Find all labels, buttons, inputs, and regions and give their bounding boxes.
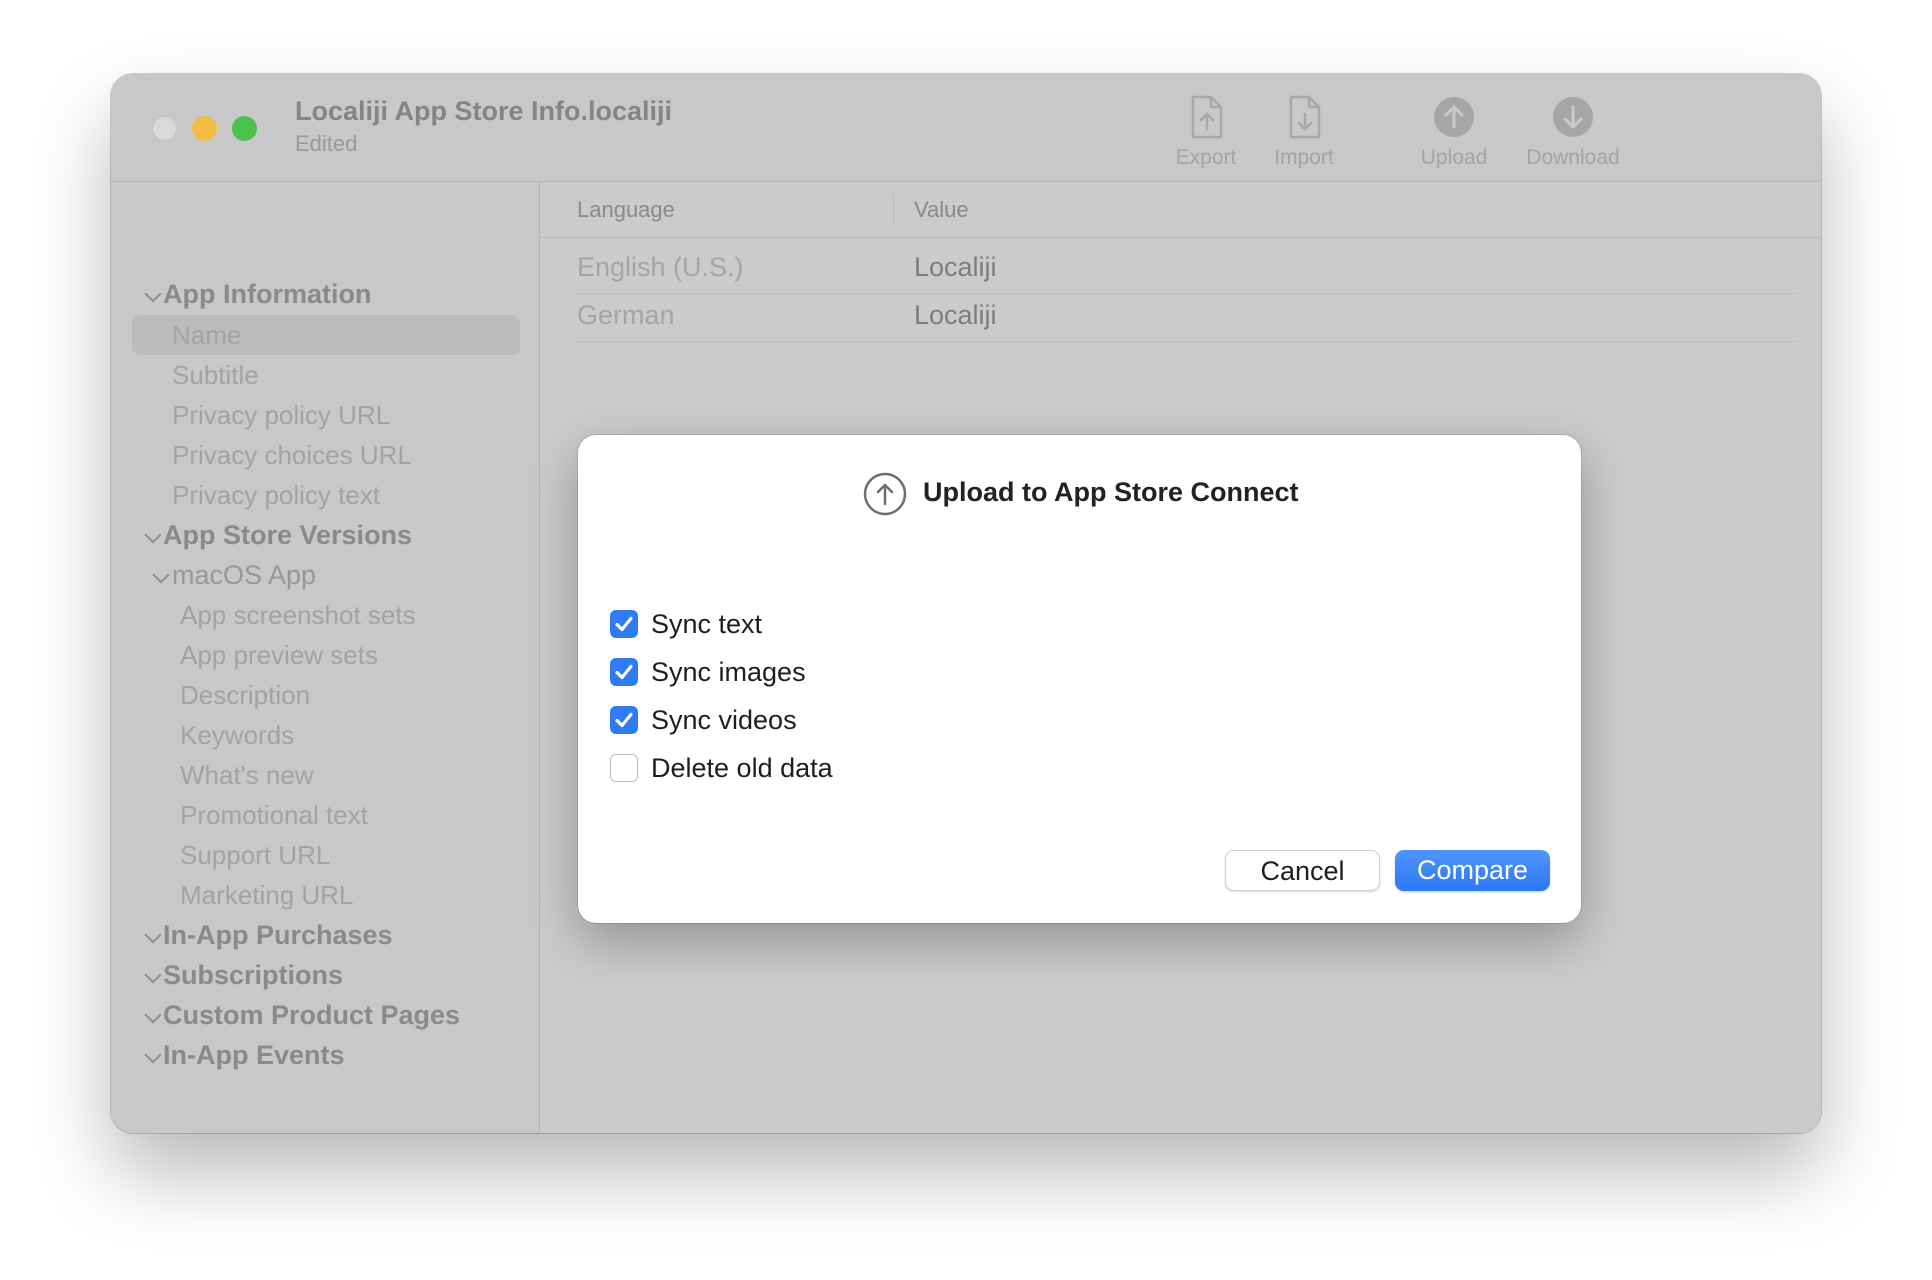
sidebar-item-promotional-text[interactable]: Promotional text <box>180 796 510 834</box>
export-button[interactable]: Export <box>1151 94 1261 174</box>
circle-arrow-down-icon <box>1518 94 1628 140</box>
sidebar-group-label: App Store Versions <box>163 520 413 550</box>
chevron-down-icon <box>144 926 162 944</box>
column-header-language[interactable]: Language <box>577 192 675 228</box>
chevron-down-icon <box>152 566 170 584</box>
column-divider[interactable] <box>893 194 894 226</box>
sidebar-item-privacy-policy-url[interactable]: Privacy policy URL <box>172 396 512 434</box>
sidebar-item-description[interactable]: Description <box>180 676 510 714</box>
import-label: Import <box>1274 146 1334 169</box>
download-button[interactable]: Download <box>1518 94 1628 174</box>
sync-text-label[interactable]: Sync text <box>651 607 762 641</box>
chevron-down-icon <box>144 285 162 303</box>
dialog-title: Upload to App Store Connect <box>923 477 1299 507</box>
column-header-value[interactable]: Value <box>914 192 969 228</box>
row-divider <box>577 293 1797 294</box>
row-2-language[interactable]: German <box>577 295 675 335</box>
sync-text-checkbox[interactable] <box>610 610 638 638</box>
sidebar-group-app-store-versions[interactable]: App Store Versions <box>140 516 520 554</box>
upload-label: Upload <box>1420 146 1488 169</box>
chevron-down-icon <box>144 526 162 544</box>
sidebar-group-in-app-purchases[interactable]: In-App Purchases <box>140 916 520 954</box>
window-title: Localiji App Store Info.localiji <box>295 96 673 126</box>
screen: Localiji App Store Info.localiji Edited … <box>0 0 1932 1280</box>
sidebar-group-custom-product-pages[interactable]: Custom Product Pages <box>140 996 520 1034</box>
document-arrow-up-icon <box>1151 94 1261 140</box>
checkmark-icon <box>615 616 633 632</box>
document-arrow-down-icon <box>1249 94 1359 140</box>
circle-arrow-up-icon <box>862 471 908 522</box>
sidebar-item-marketing-url[interactable]: Marketing URL <box>180 876 510 914</box>
sidebar-subgroup-label: macOS App <box>172 560 317 590</box>
sidebar-item-privacy-choices-url[interactable]: Privacy choices URL <box>172 436 512 474</box>
upload-button[interactable]: Upload <box>1399 94 1509 174</box>
sidebar-item-support-url[interactable]: Support URL <box>180 836 510 874</box>
close-window-button[interactable] <box>152 116 177 141</box>
sync-videos-checkbox[interactable] <box>610 706 638 734</box>
app-window: Localiji App Store Info.localiji Edited … <box>111 74 1821 1133</box>
sync-images-label[interactable]: Sync images <box>651 655 806 689</box>
delete-old-data-checkbox[interactable] <box>610 754 638 782</box>
sidebar-subgroup-macos-app[interactable]: macOS App <box>148 556 518 594</box>
header-divider <box>540 237 1821 238</box>
delete-old-data-label[interactable]: Delete old data <box>651 751 833 785</box>
row-1-value[interactable]: Localiji <box>914 247 997 287</box>
row-1-language[interactable]: English (U.S.) <box>577 247 744 287</box>
sidebar-item-app-screenshot-sets[interactable]: App screenshot sets <box>180 596 510 634</box>
import-button[interactable]: Import <box>1249 94 1359 174</box>
sync-videos-label[interactable]: Sync videos <box>651 703 797 737</box>
export-label: Export <box>1175 146 1237 169</box>
row-divider <box>577 341 1797 342</box>
chevron-down-icon <box>144 1046 162 1064</box>
checkmark-icon <box>615 664 633 680</box>
circle-arrow-up-icon <box>1399 94 1509 140</box>
zoom-window-button[interactable] <box>232 116 257 141</box>
title-bar: Localiji App Store Info.localiji Edited … <box>111 74 1821 182</box>
upload-dialog: Upload to App Store Connect Sync text Sy… <box>578 435 1581 923</box>
minimize-window-button[interactable] <box>192 116 217 141</box>
sidebar-group-label: In-App Purchases <box>163 920 393 950</box>
sidebar-group-label: Custom Product Pages <box>163 1000 461 1030</box>
checkmark-icon <box>615 712 633 728</box>
sidebar: App Information Name Subtitle Privacy po… <box>111 182 540 1133</box>
sync-images-checkbox[interactable] <box>610 658 638 686</box>
sidebar-item-keywords[interactable]: Keywords <box>180 716 510 754</box>
sidebar-item-name[interactable]: Name <box>172 316 512 354</box>
sidebar-group-in-app-events[interactable]: In-App Events <box>140 1036 520 1074</box>
sidebar-group-subscriptions[interactable]: Subscriptions <box>140 956 520 994</box>
sidebar-group-label: Subscriptions <box>163 960 344 990</box>
sidebar-group-label: App Information <box>163 279 372 309</box>
sidebar-group-label: In-App Events <box>163 1040 345 1070</box>
chevron-down-icon <box>144 966 162 984</box>
sidebar-item-subtitle[interactable]: Subtitle <box>172 356 512 394</box>
compare-button[interactable]: Compare <box>1395 850 1550 891</box>
window-subtitle: Edited <box>295 131 358 156</box>
download-label: Download <box>1526 146 1620 169</box>
sidebar-group-app-information[interactable]: App Information <box>140 275 520 313</box>
row-2-value[interactable]: Localiji <box>914 295 997 335</box>
sidebar-item-app-preview-sets[interactable]: App preview sets <box>180 636 510 674</box>
sidebar-item-whats-new[interactable]: What's new <box>180 756 510 794</box>
chevron-down-icon <box>144 1006 162 1024</box>
sidebar-item-privacy-policy-text[interactable]: Privacy policy text <box>172 476 512 514</box>
cancel-button[interactable]: Cancel <box>1225 850 1380 891</box>
